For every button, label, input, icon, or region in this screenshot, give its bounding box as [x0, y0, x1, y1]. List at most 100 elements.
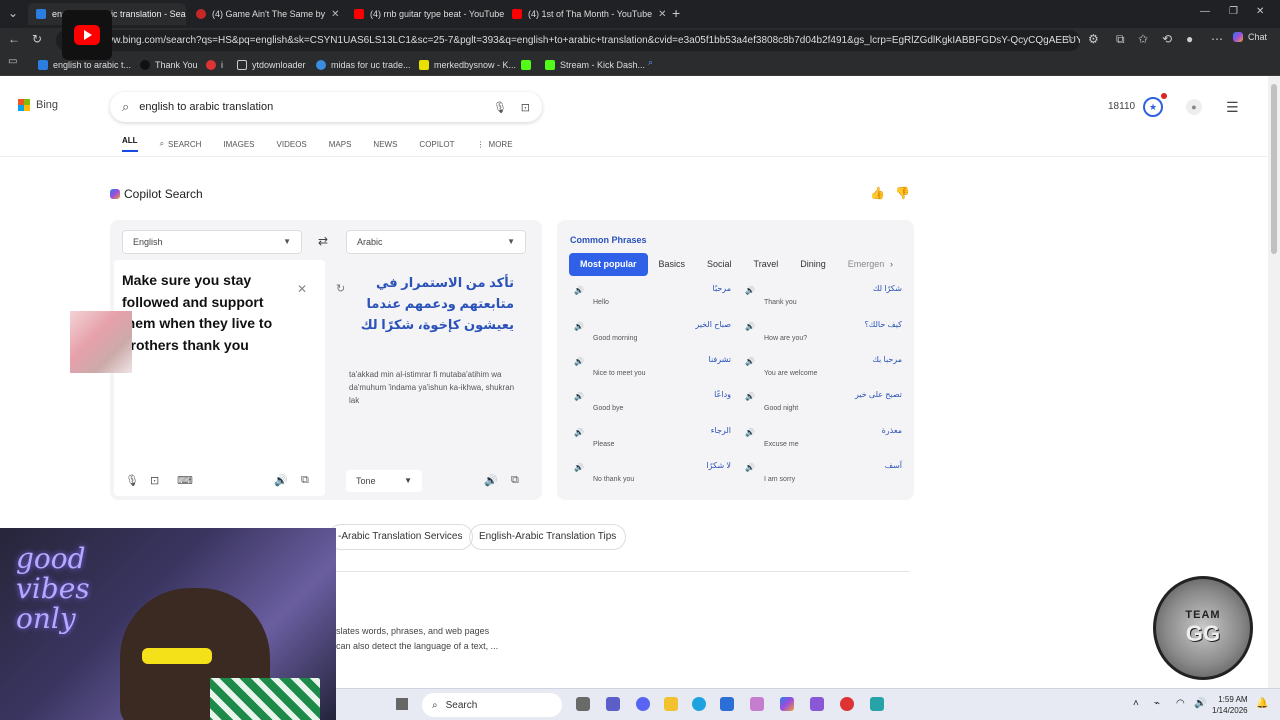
copilot-icon[interactable] — [780, 697, 794, 711]
notification-icon[interactable]: 🔔 — [1256, 698, 1268, 709]
speaker-icon[interactable]: 🔊 — [574, 286, 584, 295]
tab-all[interactable]: ALL — [122, 136, 138, 152]
search-box[interactable]: ⌕ english to arabic translation 🎙 ⊡ — [110, 92, 542, 122]
discord-icon[interactable] — [636, 697, 650, 711]
search-query[interactable]: english to arabic translation — [139, 101, 273, 113]
history-icon[interactable]: ⟲ — [1162, 32, 1172, 46]
rewards-medal-icon[interactable]: ★ — [1143, 97, 1163, 117]
more-menu-icon[interactable]: ⋯ — [1211, 32, 1223, 46]
keyboard-icon[interactable]: ⌨ — [177, 474, 193, 487]
hamburger-menu-icon[interactable]: ☰ — [1226, 99, 1239, 116]
window-close-icon[interactable]: ✕ — [1256, 6, 1264, 17]
tab-youtube-1[interactable]: (4) Game Ain't The Same by ✕ — [188, 3, 346, 25]
start-button-icon[interactable] — [396, 698, 408, 710]
tab-basics[interactable]: Basics — [648, 253, 697, 276]
file-explorer-icon[interactable] — [664, 697, 678, 711]
teams-icon[interactable] — [606, 697, 620, 711]
notepad-icon[interactable] — [870, 697, 884, 711]
phrase-item[interactable]: 🔊 الرجاء Please — [571, 426, 731, 456]
rewards-points[interactable]: 18110 — [1108, 101, 1135, 112]
speaker-icon[interactable]: 🔊 — [745, 286, 755, 295]
speaker-icon[interactable]: 🔊 — [745, 428, 755, 437]
chevron-right-icon[interactable]: › — [890, 259, 893, 269]
source-text[interactable]: Make sure you stay followed and support … — [122, 270, 292, 356]
thumbs-up-icon[interactable]: 👍 — [870, 186, 885, 200]
microphone-icon[interactable]: 🎙 — [125, 474, 139, 487]
phrase-item[interactable]: 🔊 مرحبًا Hello — [571, 284, 731, 314]
phrase-item[interactable]: 🔊 وداعًا Good bye — [571, 390, 731, 420]
taskbar-clock[interactable]: 1:59 AM 1/14/2026 — [1212, 694, 1248, 716]
speaker-icon[interactable]: 🔊 — [274, 474, 288, 487]
tab-emergency[interactable]: Emergen — [837, 253, 896, 276]
network-icon[interactable]: ⌁ — [1154, 698, 1160, 709]
camera-scan-icon[interactable]: ⊡ — [150, 474, 159, 487]
tab-dining[interactable]: Dining — [789, 253, 837, 276]
tab-copilot[interactable]: COPILOT — [419, 136, 454, 152]
extensions-icon[interactable]: ⚙ — [1088, 32, 1099, 46]
url-field[interactable]: ww.bing.com/search?qs=HS&pq=english&sk=C… — [56, 30, 1080, 51]
tab-social[interactable]: Social — [696, 253, 743, 276]
volume-icon[interactable]: 🔊 — [1194, 698, 1206, 709]
tab-list-icon[interactable]: ⌄ — [8, 6, 18, 20]
clear-text-icon[interactable]: ✕ — [297, 282, 307, 296]
bookmark-item[interactable]: midas for uc trade... — [316, 57, 411, 72]
tab-youtube-3[interactable]: (4) 1st of Tha Month - YouTube ✕ — [504, 3, 668, 25]
phrase-item[interactable]: 🔊 تصبح على خير Good night — [742, 390, 902, 420]
copy-icon[interactable]: ⧉ — [301, 474, 309, 487]
tab-search[interactable]: ⌕ SEARCH — [160, 136, 202, 152]
tab-more[interactable]: ⋮ MORE — [477, 136, 513, 152]
tab-youtube-2[interactable]: (4) rnb guitar type beat - YouTube ✕ — [346, 3, 504, 25]
target-language-select[interactable]: Arabic ▼ — [346, 230, 526, 254]
bookmark-item[interactable]: merkedbysnow - K... — [419, 57, 516, 72]
speaker-icon[interactable]: 🔊 — [574, 463, 584, 472]
speaker-icon[interactable]: 🔊 — [574, 392, 584, 401]
speaker-icon[interactable]: 🔊 — [745, 322, 755, 331]
related-search-chip[interactable]: -Arabic Translation Services — [328, 524, 473, 550]
tray-chevron-icon[interactable]: ˄ — [1133, 698, 1139, 709]
maximize-icon[interactable]: ❐ — [1229, 6, 1238, 17]
phrase-item[interactable]: 🔊 كيف حالك؟ How are you? — [742, 320, 902, 350]
retranslate-icon[interactable]: ↻ — [336, 282, 345, 295]
app-icon[interactable] — [810, 697, 824, 711]
favorite-star-icon[interactable]: ☆ — [1064, 32, 1075, 46]
phrase-item[interactable]: 🔊 شكرًا لك Thank you — [742, 284, 902, 314]
phrase-item[interactable]: 🔊 تشرفنا Nice to meet you — [571, 355, 731, 385]
close-tab-icon[interactable]: ✕ — [658, 9, 666, 20]
bookmark-item[interactable]: Thank You — [140, 57, 198, 72]
minimize-icon[interactable]: — — [1200, 6, 1210, 17]
tone-select[interactable]: Tone ▼ — [346, 470, 422, 492]
related-search-chip[interactable]: English-Arabic Translation Tips — [469, 524, 627, 550]
phrase-item[interactable]: 🔊 مرحبا بك You are welcome — [742, 355, 902, 385]
profile-icon[interactable]: ● — [1186, 32, 1193, 46]
app-icon[interactable] — [750, 697, 764, 711]
sidebar-toggle-icon[interactable]: ▭ — [8, 56, 17, 67]
tab-images[interactable]: IMAGES — [223, 136, 254, 152]
tab-travel[interactable]: Travel — [743, 253, 790, 276]
tab-maps[interactable]: MAPS — [329, 136, 352, 152]
speaker-icon[interactable]: 🔊 — [745, 357, 755, 366]
speaker-icon[interactable]: 🔊 — [574, 357, 584, 366]
store-icon[interactable] — [720, 697, 734, 711]
scrollbar-thumb[interactable] — [1271, 84, 1277, 254]
tab-most-popular[interactable]: Most popular — [569, 253, 648, 276]
phrase-item[interactable]: 🔊 لا شكرًا No thank you — [571, 461, 731, 491]
copilot-chat-button[interactable]: Chat — [1233, 32, 1267, 42]
user-avatar-icon[interactable]: ● — [1186, 99, 1202, 115]
tab-videos[interactable]: VIDEOS — [277, 136, 307, 152]
split-screen-icon[interactable]: ⧉ — [1116, 32, 1125, 47]
thumbs-down-icon[interactable]: 👎 — [895, 186, 910, 200]
favorites-icon[interactable]: ✩ — [1138, 32, 1148, 46]
phrase-item[interactable]: 🔊 معذرة Excuse me — [742, 426, 902, 456]
speaker-icon[interactable]: 🔊 — [745, 463, 755, 472]
search-icon[interactable]: ⌕ — [648, 57, 653, 68]
swap-languages-icon[interactable]: ⇄ — [318, 234, 328, 248]
speaker-icon[interactable]: 🔊 — [574, 322, 584, 331]
tab-news[interactable]: NEWS — [373, 136, 397, 152]
edge-icon[interactable] — [692, 697, 706, 711]
bookmark-item[interactable]: i — [206, 57, 223, 72]
copy-icon[interactable]: ⧉ — [511, 474, 519, 487]
microphone-icon[interactable]: 🎙 — [493, 101, 507, 114]
taskbar-search[interactable]: ⌕ Search — [422, 693, 562, 717]
bookmark-item[interactable] — [521, 57, 536, 72]
visual-search-icon[interactable]: ⊡ — [521, 101, 530, 114]
